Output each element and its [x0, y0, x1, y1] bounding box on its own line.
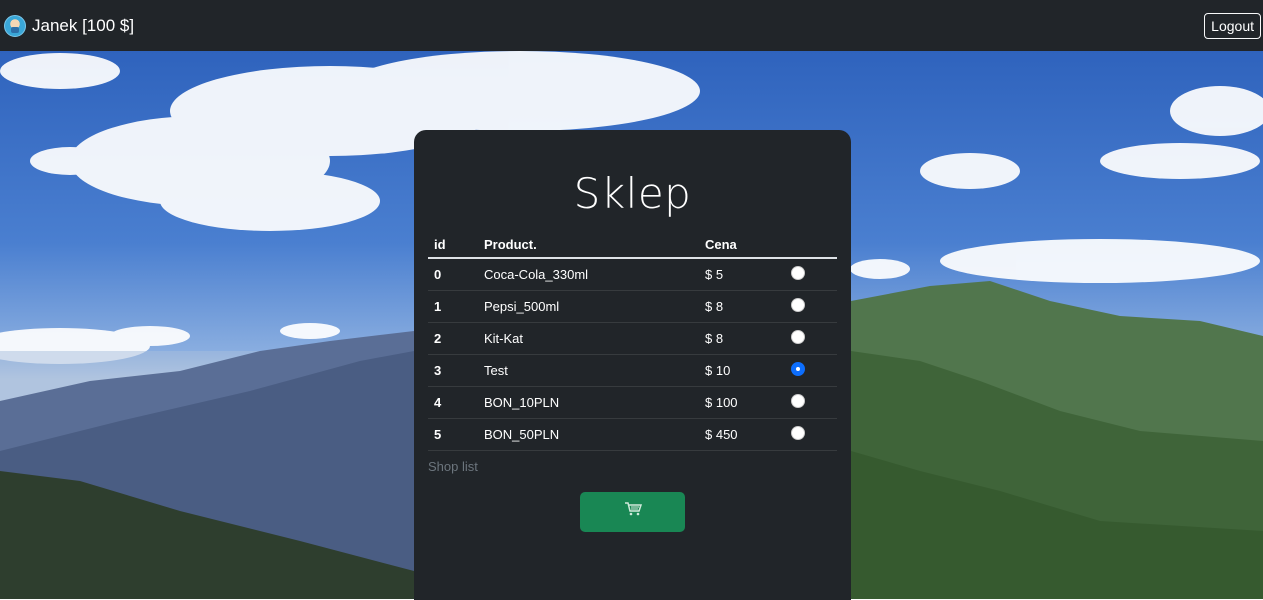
product-table: id Product. Cena 0 Coca-Cola_330ml $ 5 1… — [428, 231, 837, 451]
product-select-radio[interactable] — [791, 265, 805, 280]
product-name: Test — [478, 354, 699, 387]
product-select-radio[interactable] — [791, 425, 805, 440]
table-row[interactable]: 4 BON_10PLN $ 100 — [428, 386, 837, 419]
table-row[interactable]: 0 Coca-Cola_330ml $ 5 — [428, 258, 837, 291]
product-price: $ 450 — [699, 418, 783, 451]
product-select-radio[interactable] — [791, 297, 805, 312]
product-id: 1 — [428, 290, 478, 323]
product-name: Coca-Cola_330ml — [478, 258, 699, 291]
shop-card: Sklep id Product. Cena 0 Coca-Cola_330ml… — [414, 130, 851, 600]
buy-button[interactable] — [580, 491, 685, 532]
product-price: $ 8 — [699, 322, 783, 355]
cart-icon — [624, 502, 642, 521]
top-navbar: Janek [100 $] Logout — [0, 0, 1263, 51]
table-header-row: id Product. Cena — [428, 231, 837, 259]
product-id: 5 — [428, 418, 478, 451]
table-row[interactable]: 1 Pepsi_500ml $ 8 — [428, 290, 837, 323]
product-name: BON_10PLN — [478, 386, 699, 419]
product-price: $ 10 — [699, 354, 783, 387]
product-price: $ 100 — [699, 386, 783, 419]
column-header-price: Cena — [699, 231, 783, 259]
product-price: $ 8 — [699, 290, 783, 323]
column-header-id: id — [428, 231, 478, 259]
product-id: 2 — [428, 322, 478, 355]
table-row[interactable]: 3 Test $ 10 — [428, 354, 837, 387]
product-name: Pepsi_500ml — [478, 290, 699, 323]
page-title: Sklep — [573, 169, 692, 218]
logout-button[interactable]: Logout — [1204, 12, 1261, 39]
product-price: $ 5 — [699, 258, 783, 291]
product-select-radio[interactable] — [791, 393, 805, 408]
table-row[interactable]: 2 Kit-Kat $ 8 — [428, 322, 837, 355]
product-name: Kit-Kat — [478, 322, 699, 355]
column-header-select — [783, 231, 837, 259]
table-row[interactable]: 5 BON_50PLN $ 450 — [428, 418, 837, 451]
product-id: 3 — [428, 354, 478, 387]
product-select-radio[interactable] — [791, 361, 805, 376]
column-header-product: Product. — [478, 231, 699, 259]
product-id: 0 — [428, 258, 478, 291]
product-name: BON_50PLN — [478, 418, 699, 451]
table-caption: Shop list — [428, 458, 478, 474]
user-balance-label: Janek [100 $] — [32, 15, 135, 35]
product-select-radio[interactable] — [791, 329, 805, 344]
user-avatar-icon — [4, 14, 26, 37]
navbar-brand[interactable]: Janek [100 $] — [2, 14, 135, 37]
product-id: 4 — [428, 386, 478, 419]
